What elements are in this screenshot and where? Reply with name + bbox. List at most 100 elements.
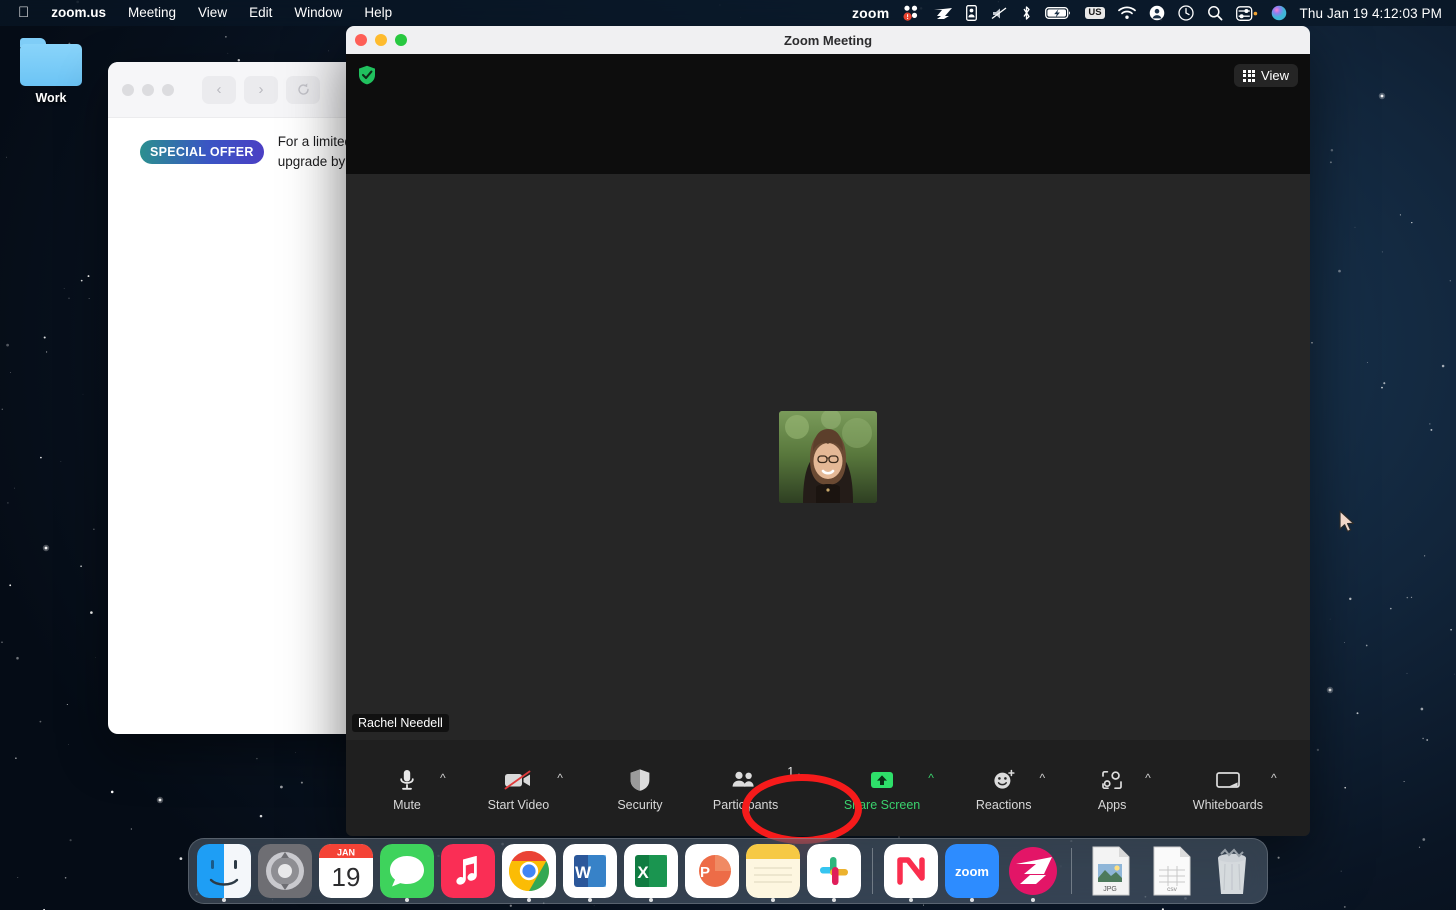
zoom-app-traffic-lights[interactable] xyxy=(122,84,174,96)
control-center-user-icon[interactable] xyxy=(1149,4,1165,22)
meeting-video-stage[interactable]: Rachel Needell xyxy=(346,174,1310,740)
zoom-app-nav: ‹ › xyxy=(202,76,320,104)
dock-item-news[interactable] xyxy=(884,844,938,898)
participants-icon xyxy=(731,765,761,795)
bluetooth-icon[interactable] xyxy=(1021,4,1032,22)
running-indicator xyxy=(649,898,653,902)
status-zoom-label[interactable]: zoom xyxy=(852,5,889,21)
dock-item-excel[interactable]: X xyxy=(624,844,678,898)
minimize-button[interactable] xyxy=(142,84,154,96)
dock-item-chrome[interactable] xyxy=(502,844,556,898)
slack-icon xyxy=(807,844,861,898)
dock-item-powerpoint[interactable]: P xyxy=(685,844,739,898)
zoom-icon: zoom xyxy=(945,844,999,898)
svg-text:csv: csv xyxy=(1167,886,1178,893)
dock-item-calendar[interactable]: JAN 19 xyxy=(319,844,373,898)
refresh-icon[interactable] xyxy=(286,76,320,104)
mute-options-caret-icon[interactable]: ^ xyxy=(440,771,446,785)
music-icon xyxy=(441,844,495,898)
whiteboards-button[interactable]: Whiteboards xyxy=(1187,765,1269,812)
participants-options-caret-icon[interactable]: ^ xyxy=(796,771,802,785)
dock-item-csv-file[interactable]: csv xyxy=(1144,844,1198,898)
shield-check-icon[interactable] xyxy=(358,65,376,85)
security-button[interactable]: Security xyxy=(609,765,671,812)
shield-icon xyxy=(629,765,651,795)
dock-divider xyxy=(1071,848,1072,894)
dock-item-zoom[interactable]: zoom xyxy=(945,844,999,898)
menu-bar-status-items: zoom xyxy=(852,4,1448,22)
menu-item-meeting[interactable]: Meeting xyxy=(117,4,187,22)
share-screen-button[interactable]: Share Screen xyxy=(838,765,926,812)
mic-muted-icon[interactable] xyxy=(990,4,1008,22)
wifi-icon[interactable] xyxy=(1118,4,1136,22)
start-video-button[interactable]: Start Video xyxy=(482,765,556,812)
system-settings-icon xyxy=(258,844,312,898)
apps-options-caret-icon[interactable]: ^ xyxy=(1145,771,1151,785)
keyboard-input-us-icon[interactable]: US xyxy=(1085,4,1104,22)
menu-bar-clock[interactable]: Thu Jan 19 4:12:03 PM xyxy=(1300,6,1442,21)
menu-item-help[interactable]: Help xyxy=(353,4,403,22)
video-options-caret-icon[interactable]: ^ xyxy=(557,771,563,785)
whiteboards-label: Whiteboards xyxy=(1193,798,1263,812)
desktop-folder-work[interactable]: Work xyxy=(18,38,84,105)
reactions-options-caret-icon[interactable]: ^ xyxy=(1039,771,1045,785)
dock-item-music[interactable] xyxy=(441,844,495,898)
toolbar-group-apps: Apps ^ xyxy=(1081,765,1151,812)
close-button[interactable] xyxy=(122,84,134,96)
battery-charging-icon[interactable] xyxy=(1045,4,1072,22)
toolbar-group-participants: Participants 1 ^ xyxy=(707,765,802,812)
time-machine-icon[interactable] xyxy=(1178,4,1194,22)
chevron-left-icon[interactable]: ‹ xyxy=(202,76,236,104)
chrome-icon xyxy=(502,844,556,898)
meeting-window-titlebar: Zoom Meeting xyxy=(346,26,1310,54)
menu-item-zoom-us[interactable]: zoom.us xyxy=(40,4,117,22)
zoom-meeting-window[interactable]: Zoom Meeting View xyxy=(346,26,1310,836)
shuttle-vpn-icon[interactable] xyxy=(933,4,953,22)
dock-item-finder[interactable] xyxy=(197,844,251,898)
svg-text:JPG: JPG xyxy=(1103,886,1117,893)
zoom-participants-status-icon[interactable] xyxy=(902,4,920,22)
battery-monitor-icon[interactable] xyxy=(966,4,977,22)
spotlight-search-icon[interactable] xyxy=(1207,4,1223,22)
toolbar-group-whiteboards: Whiteboards ^ xyxy=(1187,765,1277,812)
view-button[interactable]: View xyxy=(1234,64,1298,87)
svg-text:X: X xyxy=(637,863,649,882)
menu-item-edit[interactable]: Edit xyxy=(238,4,283,22)
mute-button[interactable]: Mute xyxy=(376,765,438,812)
whiteboards-options-caret-icon[interactable]: ^ xyxy=(1271,771,1277,785)
toolbar-group-share: Share Screen ^ xyxy=(838,765,934,812)
running-indicator xyxy=(1031,898,1035,902)
dock-item-notes[interactable] xyxy=(746,844,800,898)
menu-item-view[interactable]: View xyxy=(187,4,238,22)
share-screen-label: Share Screen xyxy=(844,798,920,812)
dock-item-trash[interactable] xyxy=(1205,844,1259,898)
apps-button[interactable]: Apps xyxy=(1081,765,1143,812)
menu-bar-app-menus:  zoom.us Meeting View Edit Window Help xyxy=(8,4,403,23)
apple-logo-icon[interactable]:  xyxy=(8,4,40,23)
toolbar-group-reactions: Reactions ^ xyxy=(970,765,1045,812)
running-indicator xyxy=(527,898,531,902)
chevron-right-icon[interactable]: › xyxy=(244,76,278,104)
grid-icon xyxy=(1243,70,1255,82)
dock-item-word[interactable]: W xyxy=(563,844,617,898)
share-screen-options-caret-icon[interactable]: ^ xyxy=(928,771,934,785)
dock-item-shuttle[interactable] xyxy=(1006,844,1060,898)
meeting-toolbar-items: Mute ^ Start Video ^ xyxy=(376,765,1310,812)
siri-icon[interactable] xyxy=(1271,4,1287,22)
meeting-window-title: Zoom Meeting xyxy=(346,33,1310,48)
dock-item-slack[interactable] xyxy=(807,844,861,898)
notes-icon xyxy=(746,844,800,898)
dock-item-jpg-file[interactable]: JPG xyxy=(1083,844,1137,898)
dock-item-messages[interactable] xyxy=(380,844,434,898)
participants-button[interactable]: Participants xyxy=(707,765,784,812)
control-center-icon[interactable] xyxy=(1236,4,1258,22)
menu-item-window[interactable]: Window xyxy=(283,4,353,22)
reactions-button[interactable]: Reactions xyxy=(970,765,1038,812)
desktop-folder-label: Work xyxy=(18,91,84,105)
running-indicator xyxy=(405,898,409,902)
dock-item-system-settings[interactable] xyxy=(258,844,312,898)
svg-text:19: 19 xyxy=(332,862,361,892)
running-indicator xyxy=(588,898,592,902)
maximize-button[interactable] xyxy=(162,84,174,96)
apps-label: Apps xyxy=(1098,798,1127,812)
